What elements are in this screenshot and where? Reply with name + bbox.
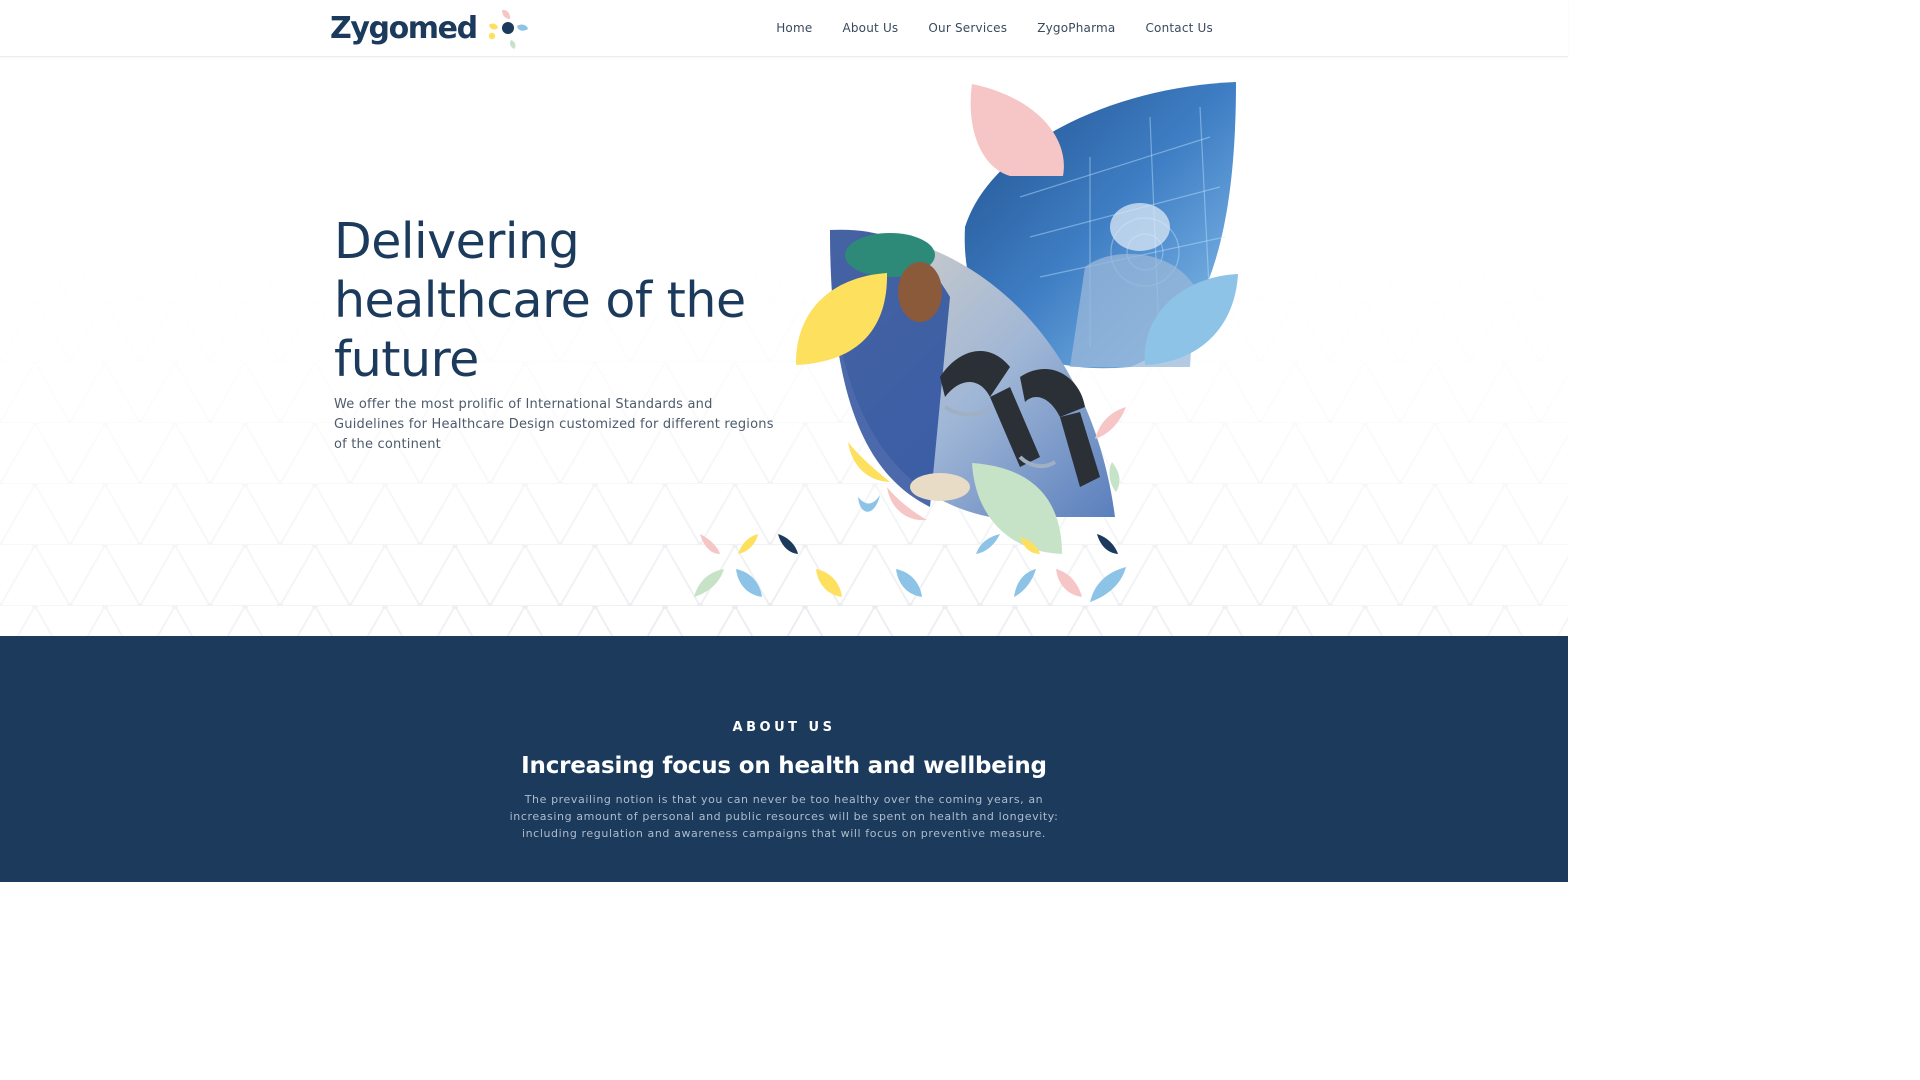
about-title: Increasing focus on health and wellbeing (521, 753, 1047, 779)
about-kicker: ABOUT US (732, 720, 836, 735)
hero-section: Delivering healthcare of the future We o… (0, 57, 1568, 636)
pink-leaf-decoration (970, 84, 1064, 176)
logo-petals-icon (488, 9, 528, 49)
hero-leaf-illustration (694, 82, 1238, 602)
nav-about-us[interactable]: About Us (842, 21, 898, 35)
logo[interactable]: Zygomed (330, 6, 529, 50)
nav-our-services[interactable]: Our Services (928, 21, 1007, 35)
nav-contact-us[interactable]: Contact Us (1145, 21, 1213, 35)
about-section: ABOUT US Increasing focus on health and … (0, 636, 1568, 882)
about-description: The prevailing notion is that you can ne… (509, 793, 1059, 840)
site-header: Zygomed Home About Us Our Services ZygoP… (0, 0, 1568, 57)
logo-wordmark: Zygomed (330, 10, 478, 46)
main-nav: Home About Us Our Services ZygoPharma Co… (776, 0, 1213, 55)
nav-zygopharma[interactable]: ZygoPharma (1037, 21, 1115, 35)
nav-home[interactable]: Home (776, 21, 812, 35)
